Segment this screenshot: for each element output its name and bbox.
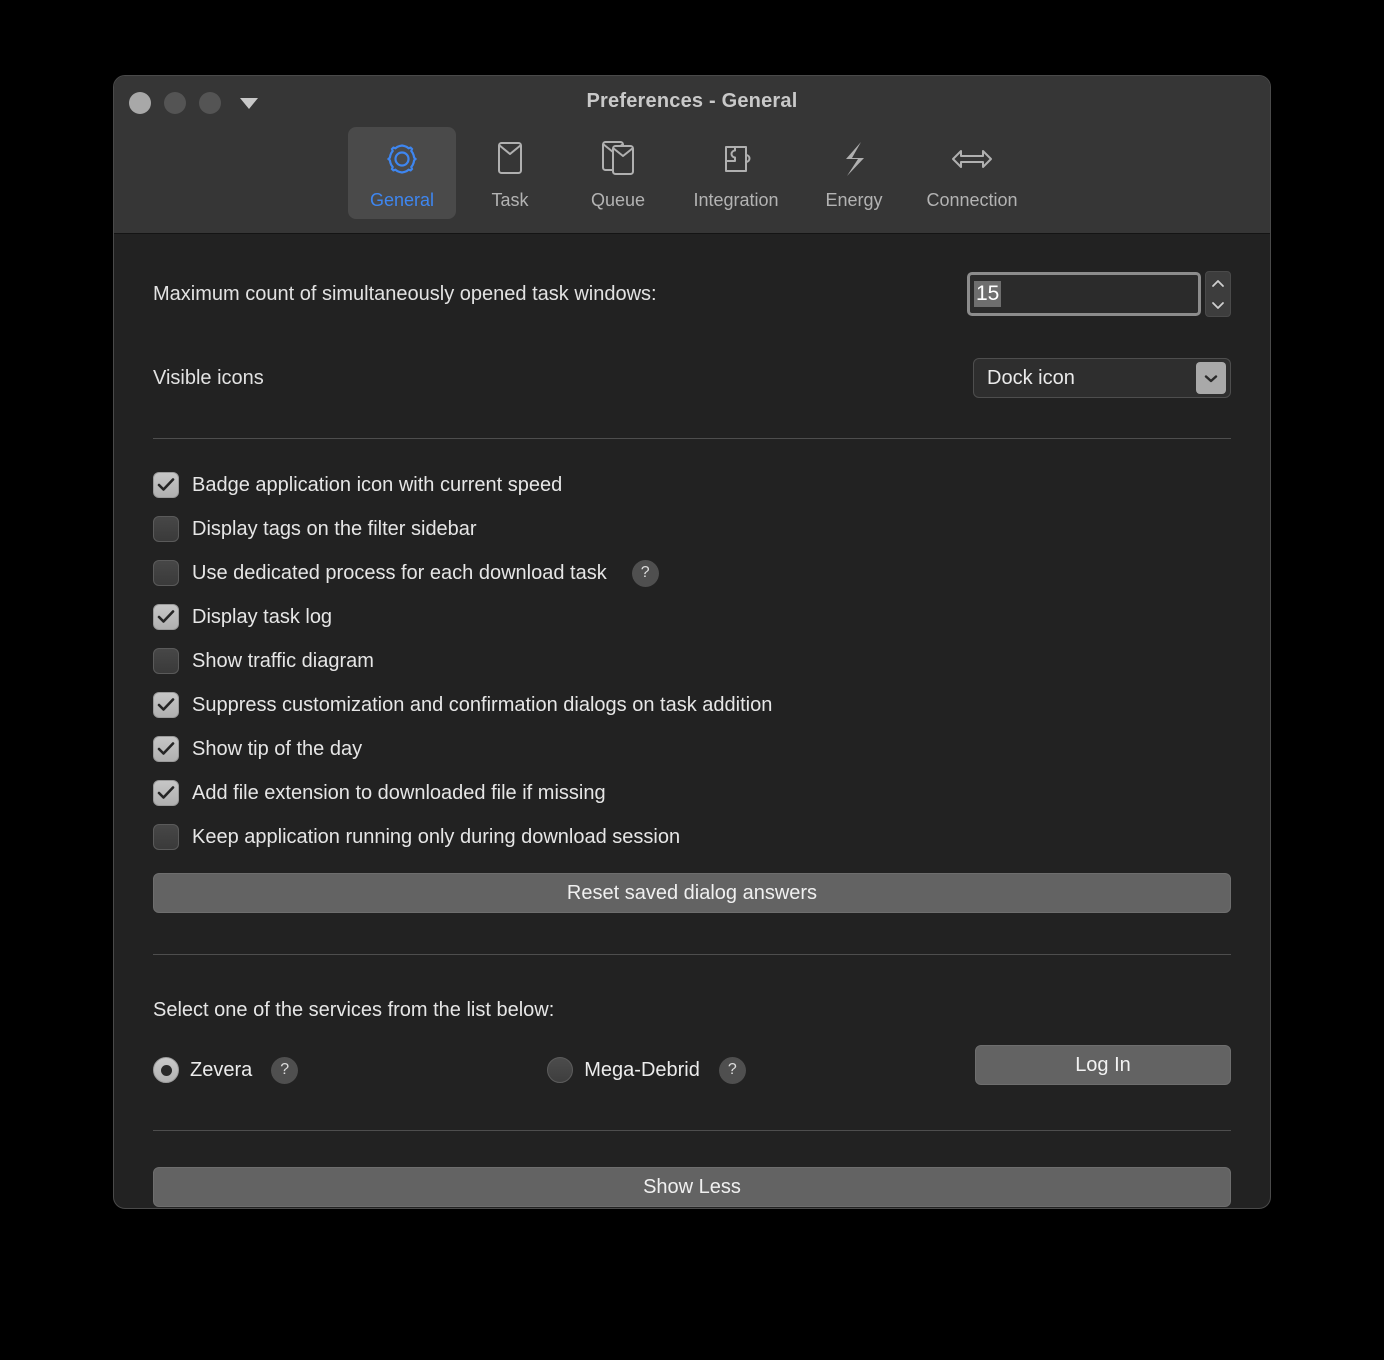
arrows-icon [948, 137, 996, 181]
checkbox-label: Use dedicated process for each download … [192, 562, 607, 585]
checkbox-unchecked-icon[interactable] [153, 516, 179, 542]
help-icon[interactable]: ? [271, 1057, 298, 1084]
tab-task-label: Task [491, 190, 528, 211]
page-title: Preferences - General [114, 90, 1270, 113]
tab-general-label: General [370, 190, 434, 211]
quantity-stepper[interactable] [1205, 271, 1231, 317]
stepper-up-icon [1211, 279, 1225, 288]
radio-label: Zevera [190, 1059, 252, 1082]
checkbox-checked-icon[interactable] [153, 472, 179, 498]
checkbox-row[interactable]: Show tip of the day [153, 727, 1231, 771]
checkbox-label: Show traffic diagram [192, 650, 374, 673]
radio-item-zevera[interactable]: Zevera ? [153, 1057, 298, 1084]
window-titlebar: Preferences - General General [114, 76, 1270, 234]
visible-icons-value: Dock icon [987, 367, 1075, 390]
checkbox-row[interactable]: Badge application icon with current spee… [153, 463, 1231, 507]
options-checkbox-list: Badge application icon with current spee… [153, 463, 1231, 859]
checkbox-row[interactable]: Display tags on the filter sidebar [153, 507, 1231, 551]
max-windows-stepper[interactable]: 15 [967, 271, 1231, 317]
divider [153, 1130, 1231, 1131]
checkbox-row[interactable]: Keep application running only during dow… [153, 815, 1231, 859]
radio-item-mega-debrid[interactable]: Mega-Debrid ? [547, 1057, 746, 1084]
checkbox-checked-icon[interactable] [153, 604, 179, 630]
checkbox-label: Keep application running only during dow… [192, 826, 680, 849]
checkbox-row[interactable]: Suppress customization and confirmation … [153, 683, 1231, 727]
reset-saved-dialog-answers-button[interactable]: Reset saved dialog answers [153, 873, 1231, 913]
tab-queue[interactable]: Queue [564, 127, 672, 219]
checkbox-row[interactable]: Display task log [153, 595, 1231, 639]
puzzle-icon [715, 137, 757, 181]
chevron-down-icon[interactable] [1196, 362, 1226, 394]
checkbox-unchecked-icon[interactable] [153, 824, 179, 850]
show-less-button[interactable]: Show Less [153, 1167, 1231, 1207]
help-icon[interactable]: ? [632, 560, 659, 587]
checkbox-checked-icon[interactable] [153, 736, 179, 762]
tab-integration-label: Integration [693, 190, 778, 211]
max-windows-label: Maximum count of simultaneously opened t… [153, 283, 657, 306]
documents-icon [597, 137, 639, 181]
visible-icons-label: Visible icons [153, 367, 264, 390]
preferences-window: Preferences - General General [113, 75, 1271, 1209]
tab-queue-label: Queue [591, 190, 645, 211]
checkbox-label: Show tip of the day [192, 738, 362, 761]
checkbox-row[interactable]: Add file extension to downloaded file if… [153, 771, 1231, 815]
max-windows-value: 15 [974, 281, 1001, 307]
tab-connection[interactable]: Connection [908, 127, 1036, 219]
divider [153, 954, 1231, 955]
checkbox-label: Display tags on the filter sidebar [192, 518, 477, 541]
tab-energy-label: Energy [825, 190, 882, 211]
preferences-content: Maximum count of simultaneously opened t… [114, 272, 1270, 1207]
radio-unselected-icon[interactable] [547, 1057, 573, 1083]
checkbox-checked-icon[interactable] [153, 692, 179, 718]
checkbox-unchecked-icon[interactable] [153, 560, 179, 586]
checkbox-row[interactable]: Show traffic diagram [153, 639, 1231, 683]
radio-label: Mega-Debrid [584, 1059, 700, 1082]
tab-energy[interactable]: Energy [800, 127, 908, 219]
services-title: Select one of the services from the list… [153, 999, 1231, 1022]
services-row: Zevera ? Mega-Debrid ? Log In [153, 1048, 1231, 1092]
checkbox-checked-icon[interactable] [153, 780, 179, 806]
tab-connection-label: Connection [926, 190, 1017, 211]
tab-general[interactable]: General [348, 127, 456, 219]
checkbox-unchecked-icon[interactable] [153, 648, 179, 674]
visible-icons-select[interactable]: Dock icon [973, 358, 1231, 398]
document-icon [490, 137, 530, 181]
log-in-button[interactable]: Log In [975, 1045, 1231, 1085]
stepper-down-icon [1211, 301, 1225, 310]
checkbox-label: Add file extension to downloaded file if… [192, 782, 606, 805]
checkbox-row[interactable]: Use dedicated process for each download … [153, 551, 1231, 595]
help-icon[interactable]: ? [719, 1057, 746, 1084]
checkbox-label: Suppress customization and confirmation … [192, 694, 772, 717]
max-windows-input[interactable]: 15 [967, 272, 1201, 316]
checkbox-label: Display task log [192, 606, 332, 629]
visible-icons-row: Visible icons Dock icon [153, 356, 1231, 400]
gear-icon [381, 137, 423, 181]
tab-task[interactable]: Task [456, 127, 564, 219]
radio-selected-icon[interactable] [153, 1057, 179, 1083]
max-windows-row: Maximum count of simultaneously opened t… [153, 272, 1231, 316]
checkbox-label: Badge application icon with current spee… [192, 474, 562, 497]
divider [153, 438, 1231, 439]
tab-integration[interactable]: Integration [672, 127, 800, 219]
bolt-icon [834, 137, 874, 181]
preferences-toolbar: General Task [114, 127, 1270, 219]
